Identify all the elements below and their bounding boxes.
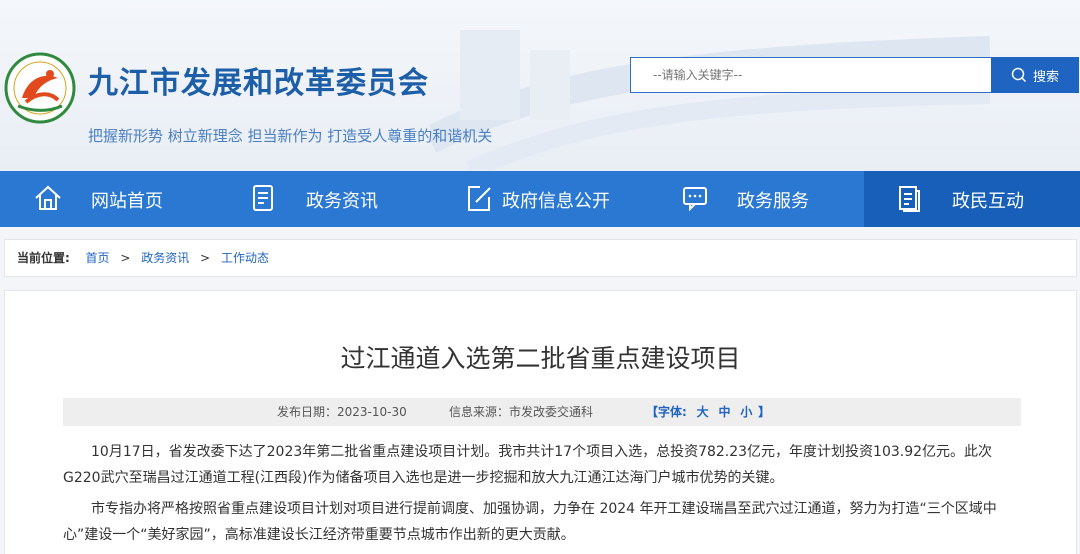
nav-item-services[interactable]: 政务服务 xyxy=(648,171,864,227)
article-paragraph: 10月17日，省发改委下达了2023年第二批省重点建设项目计划。我市共计17个项… xyxy=(63,444,993,486)
breadcrumb-link-work-updates[interactable]: 工作动态 xyxy=(221,251,269,265)
nav-label-interaction: 政民互动 xyxy=(952,191,1024,212)
chat-icon xyxy=(683,187,707,212)
font-size-medium[interactable]: 中 xyxy=(718,405,730,419)
nav-item-home[interactable]: 网站首页 xyxy=(0,171,216,227)
font-size-suffix: 】 xyxy=(758,405,771,419)
article-title: 过江通道入选第二批省重点建设项目 xyxy=(340,344,741,373)
breadcrumb-link-home[interactable]: 首页 xyxy=(85,251,109,265)
search-input[interactable] xyxy=(630,57,992,93)
site-logo-emblem xyxy=(4,52,76,124)
article-panel: 过江通道入选第二批省重点建设项目 发布日期：2023-10-30 信息来源：市发… xyxy=(4,290,1077,554)
site-title: 九江市发展和改革委员会 xyxy=(88,66,429,101)
breadcrumb: 当前位置: 首页 > 政务资讯 > 工作动态 xyxy=(4,239,1077,277)
nav-label-news: 政务资讯 xyxy=(306,191,378,212)
nav-item-gov-info[interactable]: 政府信息公开 xyxy=(432,171,648,227)
publish-date: 发布日期：2023-10-30 xyxy=(277,405,407,419)
font-size-prefix: 【字体: xyxy=(646,405,687,419)
clipboard-icon xyxy=(899,186,920,212)
article-paragraph: 市专指办将严格按照省重点建设项目计划对项目进行提前调度、加强协调，力争在 202… xyxy=(63,501,997,543)
breadcrumb-separator: > xyxy=(200,251,211,265)
font-size-large[interactable]: 大 xyxy=(697,405,709,419)
nav-label-home: 网站首页 xyxy=(91,191,163,212)
nav-item-news[interactable]: 政务资讯 xyxy=(216,171,432,227)
edit-icon xyxy=(468,186,491,211)
nav-label-gov-info: 政府信息公开 xyxy=(502,191,610,212)
document-list-icon xyxy=(253,185,273,211)
main-nav: 网站首页 政务资讯 政府信息公开 政务服务 政民互动 xyxy=(0,171,1080,227)
article-body: 10月17日，省发改委下达了2023年第二批省重点建设项目计划。我市共计17个项… xyxy=(63,439,1013,553)
search-button-label: 搜索 xyxy=(1032,69,1059,85)
header-background-decoration xyxy=(430,30,990,170)
font-size-control: 【字体: 大 中 小 】 xyxy=(646,398,770,426)
nav-item-interaction[interactable]: 政民互动 xyxy=(864,171,1080,227)
search-icon xyxy=(1011,67,1027,83)
breadcrumb-separator: > xyxy=(120,251,131,265)
font-size-small[interactable]: 小 xyxy=(740,405,752,419)
site-header: 九江市发展和改革委员会 把握新形势 树立新理念 担当新作为 打造受人尊重的和谐机… xyxy=(0,0,1080,171)
home-icon xyxy=(35,185,61,210)
article-meta-bar: 发布日期：2023-10-30 信息来源：市发改委交通科 【字体: 大 中 小 … xyxy=(63,398,1021,426)
nav-label-services: 政务服务 xyxy=(737,191,809,212)
search-button[interactable]: 搜索 xyxy=(991,57,1079,93)
breadcrumb-link-news[interactable]: 政务资讯 xyxy=(141,251,189,265)
breadcrumb-label: 当前位置: xyxy=(17,251,70,265)
site-slogan: 把握新形势 树立新理念 担当新作为 打造受人尊重的和谐机关 xyxy=(88,127,493,145)
article-source: 信息来源：市发改委交通科 xyxy=(449,405,594,419)
